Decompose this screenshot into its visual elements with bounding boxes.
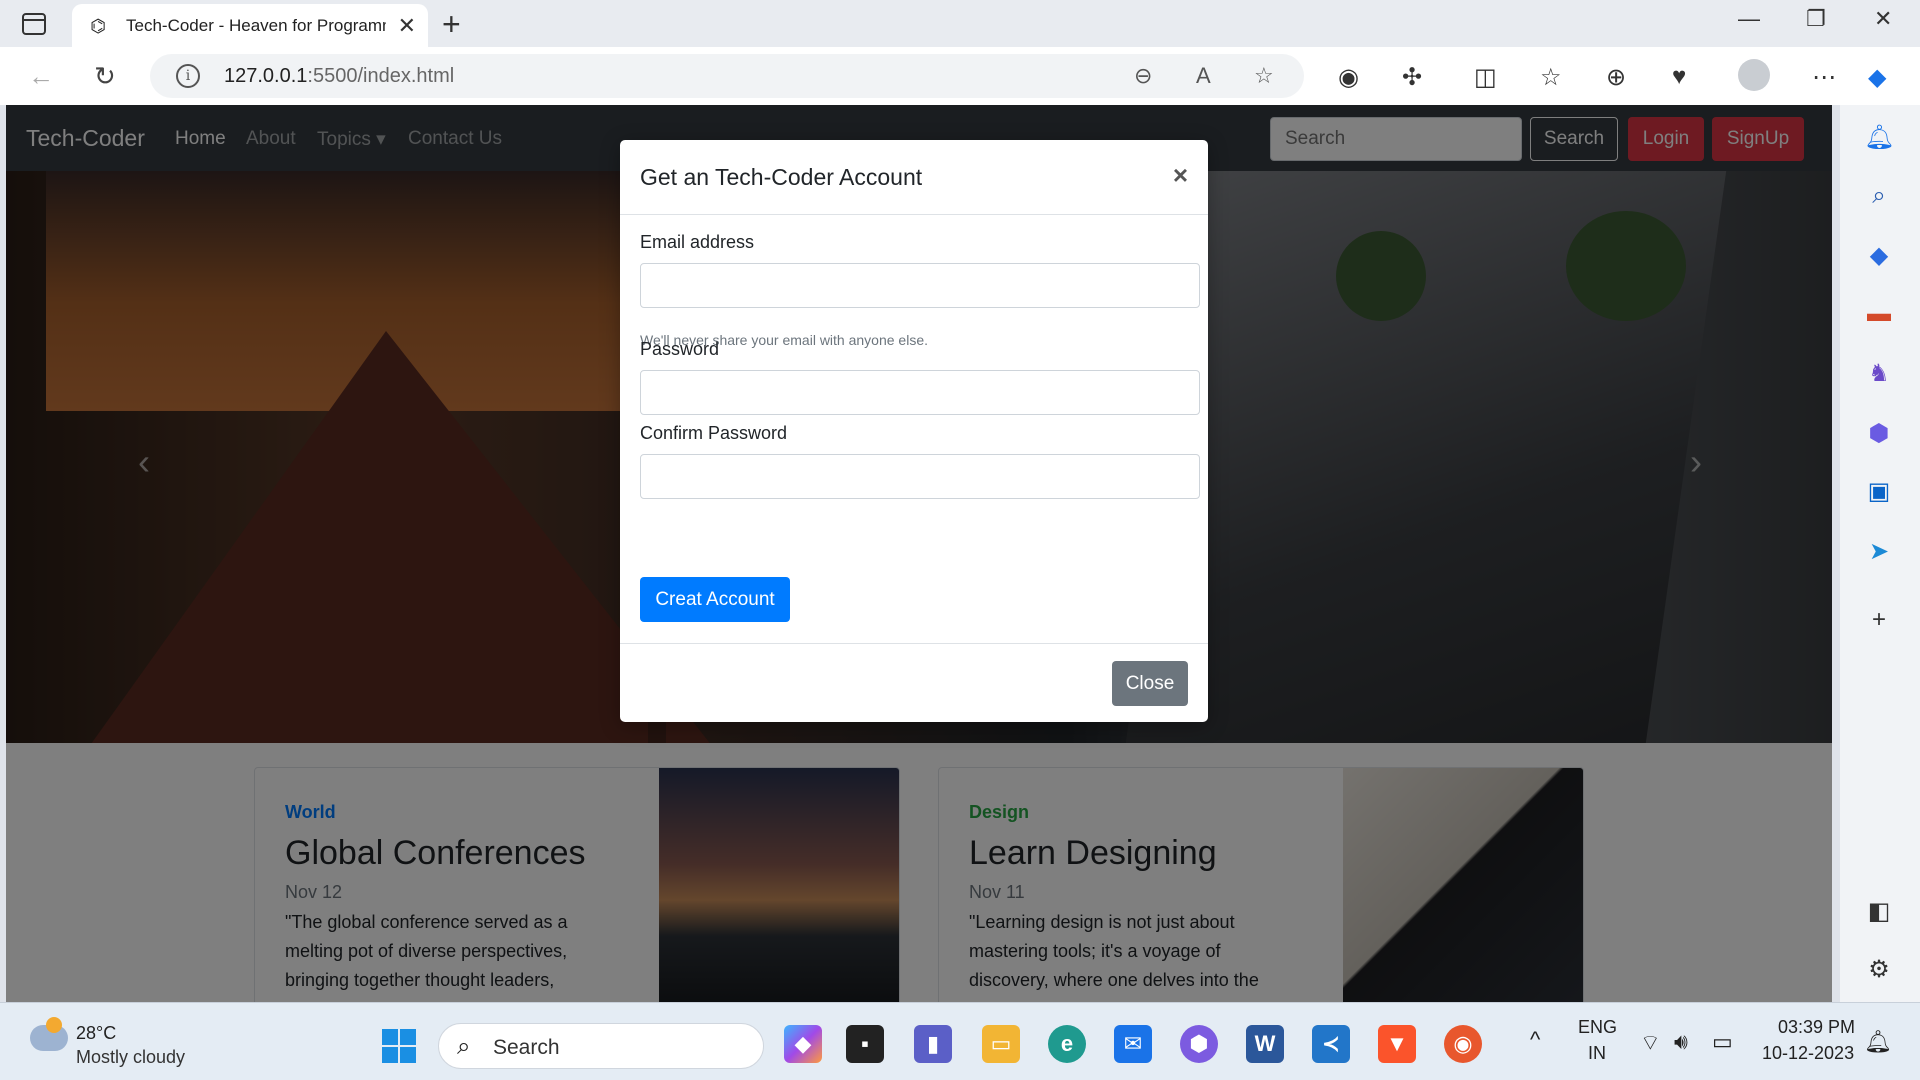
notifications-bell-icon[interactable]: 🔔︎ (1864, 123, 1894, 153)
favorites-icon[interactable]: ☆ (1540, 63, 1562, 92)
games-chess-icon[interactable]: ♞ (1864, 359, 1894, 389)
modal-title: Get an Tech-Coder Account (640, 164, 923, 190)
weather-temperature[interactable]: 28°C (76, 1023, 116, 1044)
back-icon[interactable]: ← (28, 61, 54, 92)
volume-icon[interactable]: 🔊︎ (1674, 1029, 1688, 1055)
site-info-icon[interactable]: i (176, 64, 200, 88)
confirm-password-label: Confirm Password (640, 423, 788, 443)
taskbar-search[interactable]: ⌕ Search (438, 1023, 764, 1069)
password-label: Password (640, 339, 720, 359)
profile-avatar[interactable] (1738, 59, 1770, 91)
drop-send-icon[interactable]: ➤ (1864, 537, 1894, 567)
weather-condition[interactable]: Mostly cloudy (76, 1047, 185, 1068)
taskbar-search-label: Search (493, 1036, 560, 1059)
sidebar-settings-gear-icon[interactable]: ⚙ (1864, 955, 1894, 985)
password-field[interactable] (640, 370, 1200, 415)
url-text[interactable]: 127.0.0.1:5500/index.html (224, 65, 454, 88)
brave-icon[interactable]: ▼ (1378, 1025, 1416, 1063)
site-favicon-icon: ⌬ (90, 16, 106, 36)
refresh-icon[interactable]: ↻ (94, 61, 116, 92)
minimize-icon[interactable]: — (1738, 6, 1760, 32)
extensions-puzzle-icon[interactable]: ✣ (1402, 63, 1422, 92)
browser-tab-bar: ⌬ Tech-Coder - Heaven for Programmers ✕ … (0, 0, 1920, 47)
tools-briefcase-icon[interactable]: ▬ (1864, 299, 1894, 329)
wifi-icon[interactable]: ⌔ (1640, 1029, 1661, 1057)
hide-sidebar-icon[interactable]: ◧ (1864, 897, 1894, 927)
window-close-icon[interactable]: ✕ (1874, 6, 1892, 32)
split-screen-icon[interactable]: ◫ (1474, 63, 1497, 92)
copilot-app-icon[interactable]: ⬢ (1180, 1025, 1218, 1063)
more-options-icon[interactable]: ⋯ (1812, 63, 1836, 92)
weather-cloud-icon[interactable] (30, 1017, 68, 1051)
email-field[interactable] (640, 263, 1200, 308)
tab-title: Tech-Coder - Heaven for Programmers (126, 16, 386, 35)
show-hidden-icons-chevron-icon[interactable]: ^ (1530, 1027, 1540, 1053)
close-tab-icon[interactable]: ✕ (398, 13, 416, 39)
notification-bell-icon[interactable]: 🔔︎ (1864, 1029, 1892, 1055)
search-icon: ⌕ (457, 1033, 471, 1060)
restore-icon[interactable]: ❐ (1806, 6, 1826, 32)
mail-icon[interactable]: ✉ (1114, 1025, 1152, 1063)
modal-footer (620, 643, 1208, 644)
copilot-icon[interactable]: ◆ (1868, 63, 1886, 92)
shopping-tag-icon[interactable]: ◆ (1864, 241, 1894, 271)
modal-close-icon[interactable]: × (1173, 160, 1188, 191)
modal-close-button[interactable]: Close (1112, 661, 1188, 706)
create-account-button[interactable]: Creat Account (640, 577, 790, 622)
edge-sidebar: 🔔︎ ⌕ ◆ ▬ ♞ ⬢ ▣ ➤ + ◧ ⚙ (1840, 105, 1920, 1002)
clock-date[interactable]: 10-12-2023 (1762, 1043, 1854, 1064)
web-page: Tech-Coder Home About Topics ▾ Contact U… (6, 105, 1832, 1002)
extension-globe-icon[interactable]: ◉ (1338, 63, 1359, 92)
read-aloud-icon[interactable]: A (1196, 63, 1211, 89)
clock-time[interactable]: 03:39 PM (1778, 1017, 1855, 1038)
confirm-password-field[interactable] (640, 454, 1200, 499)
copilot-pre-icon[interactable]: ◆ (784, 1025, 822, 1063)
edge-browser-icon[interactable]: e (1048, 1025, 1086, 1063)
browser-tab[interactable]: ⌬ Tech-Coder - Heaven for Programmers ✕ (72, 4, 428, 47)
modal-header: Get an Tech-Coder Account × (620, 140, 1208, 215)
battery-icon[interactable]: ▭ (1712, 1029, 1733, 1055)
email-label: Email address (640, 232, 755, 252)
browser-toolbar: ← ↻ i 127.0.0.1:5500/index.html ⊖ A ☆ (0, 47, 1920, 105)
signup-modal: Get an Tech-Coder Account × Email addres… (620, 140, 1208, 722)
language-indicator[interactable]: ENG (1578, 1017, 1617, 1038)
file-explorer-icon[interactable]: ▭ (982, 1025, 1020, 1063)
language-region[interactable]: IN (1588, 1043, 1606, 1064)
tab-actions-icon[interactable] (22, 13, 46, 35)
microsoft-365-icon[interactable]: ⬢ (1864, 419, 1894, 449)
zoom-icon[interactable]: ⊖ (1134, 63, 1152, 89)
vscode-icon[interactable]: ≺ (1312, 1025, 1350, 1063)
address-bar[interactable]: i 127.0.0.1:5500/index.html ⊖ A ☆ (150, 54, 1304, 98)
collections-icon[interactable]: ⊕ (1606, 63, 1626, 92)
terminal-app-icon[interactable]: ▪ (846, 1025, 884, 1063)
outlook-icon[interactable]: ▣ (1864, 477, 1894, 507)
firefox-icon[interactable]: ◉ (1444, 1025, 1482, 1063)
word-icon[interactable]: W (1246, 1025, 1284, 1063)
windows-start-icon[interactable] (382, 1029, 416, 1063)
windows-taskbar: 28°C Mostly cloudy ⌕ Search ◆ ▪ ▮ ▭ e ✉ … (0, 1002, 1920, 1080)
new-tab-icon[interactable]: + (442, 6, 461, 43)
search-icon[interactable]: ⌕ (1864, 181, 1894, 211)
teams-icon[interactable]: ▮ (914, 1025, 952, 1063)
add-sidebar-app-icon[interactable]: + (1864, 605, 1894, 635)
favorite-star-icon[interactable]: ☆ (1254, 63, 1274, 89)
browser-essentials-icon[interactable]: ♥ (1672, 63, 1686, 91)
